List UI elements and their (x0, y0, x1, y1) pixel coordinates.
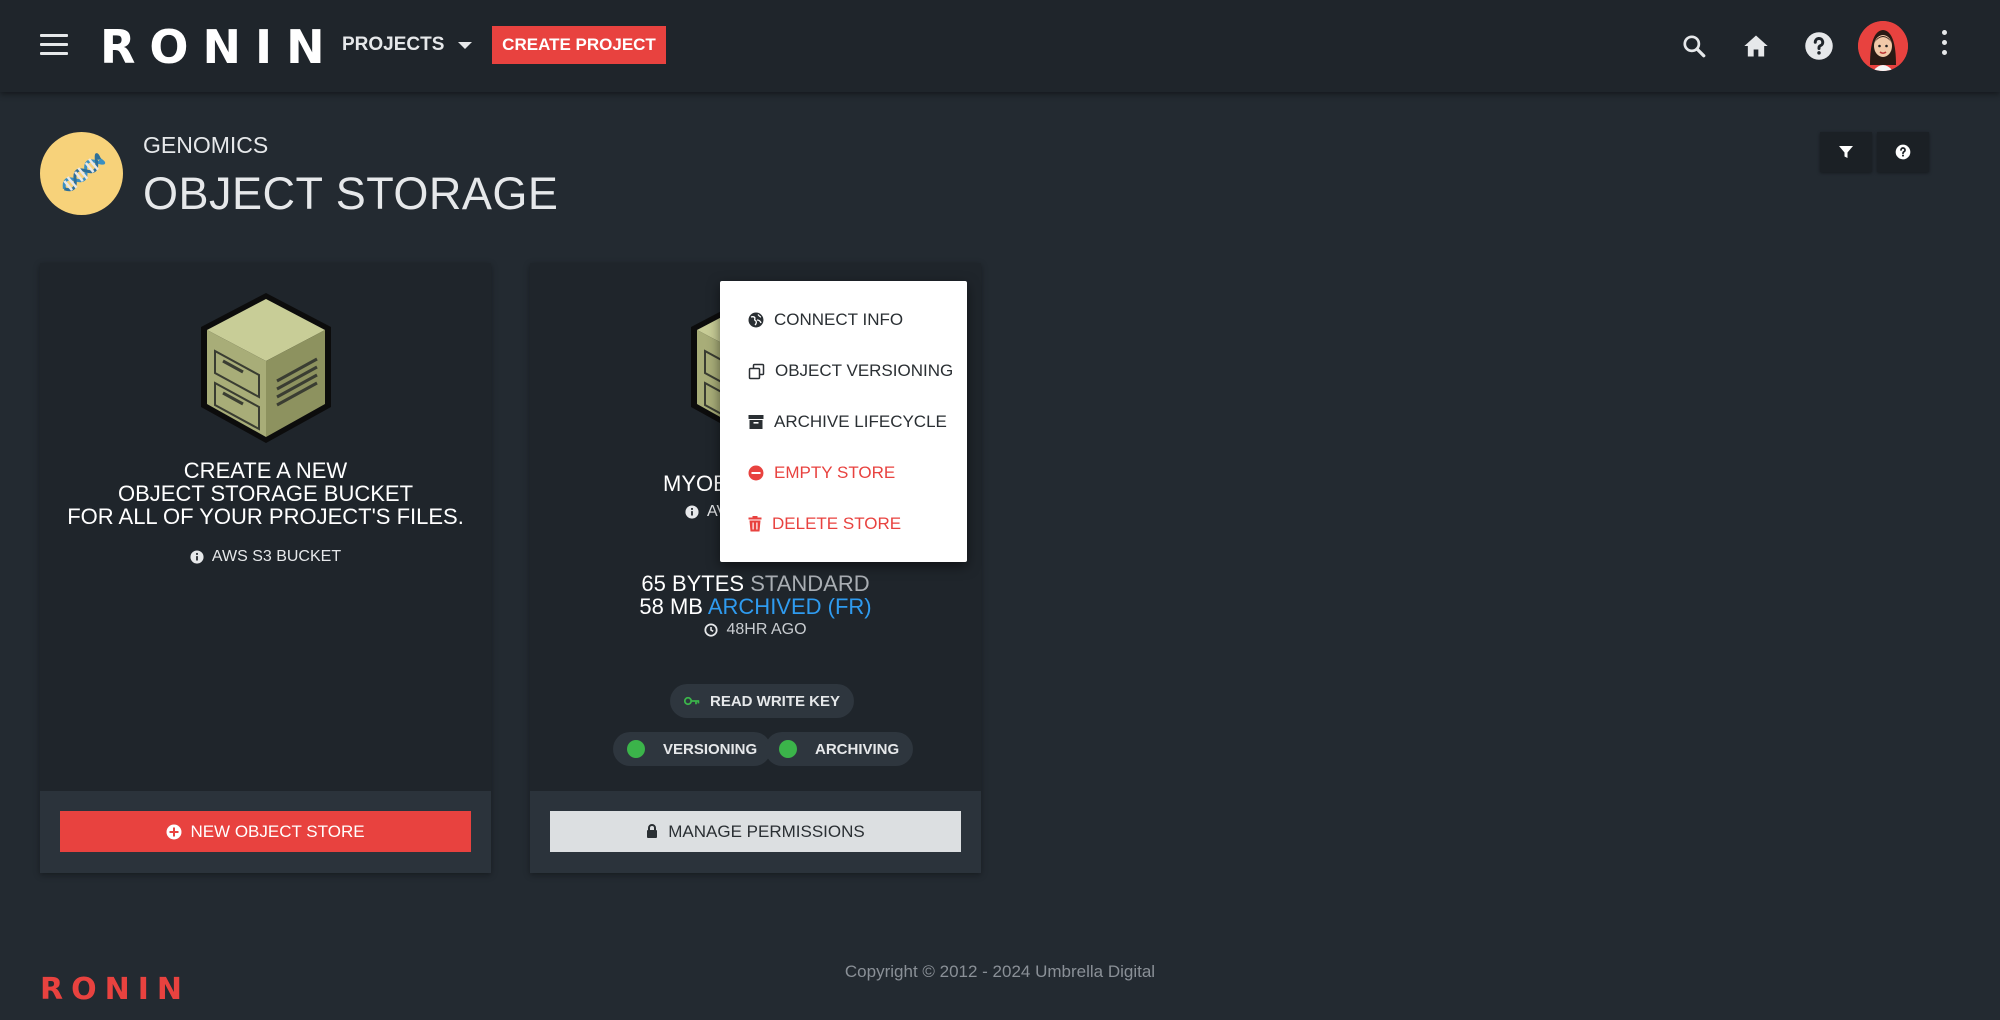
search-icon[interactable] (1676, 28, 1712, 64)
new-store-line3: FOR ALL OF YOUR PROJECT'S FILES. (67, 504, 464, 529)
size-standard-value: 65 BYTES (641, 571, 745, 596)
last-updated: 48HR AGO (530, 621, 981, 639)
menu-item-label: ARCHIVE LIFECYCLE (774, 412, 947, 431)
globe-icon (748, 312, 764, 328)
menu-icon[interactable] (40, 34, 68, 58)
last-updated-label: 48HR AGO (726, 621, 807, 638)
page-help-button[interactable] (1877, 132, 1929, 172)
store-name[interactable]: MYOB (663, 471, 728, 497)
manage-permissions-button[interactable]: MANAGE PERMISSIONS (550, 811, 961, 852)
top-bar: RONIN PROJECTS CREATE PROJECT (0, 0, 2000, 92)
new-object-store-label: NEW OBJECT STORE (190, 821, 365, 841)
new-store-info: AWS S3 BUCKET (40, 548, 491, 566)
projects-label: PROJECTS (342, 34, 445, 55)
minus-circle-icon (748, 465, 764, 481)
store-context-menu: CONNECT INFO OBJECT VERSIONING ARCHIVE L… (720, 281, 967, 562)
page-title: OBJECT STORAGE (143, 168, 559, 219)
plus-circle-icon (166, 824, 182, 839)
clock-icon (704, 623, 719, 637)
projects-dropdown[interactable]: PROJECTS (342, 34, 473, 56)
filter-icon (1839, 146, 1853, 158)
archive-icon (748, 415, 764, 429)
versioning-status-dot (627, 740, 645, 758)
size-archived-value: 58 MB (639, 594, 703, 619)
new-store-card: CREATE A NEW OBJECT STORAGE BUCKET FOR A… (40, 263, 491, 873)
dna-icon (62, 152, 105, 191)
read-write-key-label: READ WRITE KEY (710, 692, 841, 710)
avatar[interactable] (1858, 21, 1908, 71)
menu-item-label: DELETE STORE (772, 514, 902, 533)
menu-item-label: OBJECT VERSIONING (775, 361, 954, 380)
archiving-status-dot (779, 740, 797, 758)
project-avatar (40, 132, 123, 215)
lock-icon (647, 824, 658, 838)
store-card-footer: MANAGE PERMISSIONS (530, 791, 981, 873)
menu-item-label: CONNECT INFO (774, 310, 904, 329)
info-icon (190, 550, 204, 564)
brand-logo[interactable]: RONIN (100, 20, 339, 74)
archiving-label: ARCHIVING (815, 740, 900, 758)
home-icon[interactable] (1738, 28, 1774, 64)
caret-down-icon (458, 41, 473, 49)
menu-item-object-versioning[interactable]: OBJECT VERSIONING (748, 356, 953, 386)
archiving-chip[interactable]: ARCHIVING (765, 732, 914, 766)
menu-item-connect-info[interactable]: CONNECT INFO (748, 305, 903, 335)
new-store-line2: OBJECT STORAGE BUCKET (117, 481, 414, 506)
menu-item-archive-lifecycle[interactable]: ARCHIVE LIFECYCLE (748, 407, 947, 437)
key-icon (684, 696, 700, 706)
size-archived-label: ARCHIVED (FR) (707, 594, 872, 619)
read-write-key-chip[interactable]: READ WRITE KEY (670, 684, 855, 718)
versioning-label: VERSIONING (663, 740, 758, 758)
storage-box-icon (201, 293, 331, 443)
menu-item-delete-store[interactable]: DELETE STORE (748, 509, 901, 539)
new-object-store-button[interactable]: NEW OBJECT STORE (60, 811, 471, 852)
more-vert-icon[interactable] (1938, 30, 1950, 62)
manage-permissions-label: MANAGE PERMISSIONS (668, 821, 865, 841)
copy-icon (748, 363, 765, 379)
project-name[interactable]: GENOMICS (143, 132, 268, 159)
menu-item-label: EMPTY STORE (774, 463, 896, 482)
size-standard-label: STANDARD (750, 571, 870, 596)
info-icon (685, 505, 699, 519)
copyright: Copyright © 2012 - 2024 Umbrella Digital (844, 962, 1156, 981)
new-store-card-footer: NEW OBJECT STORE (40, 791, 491, 873)
menu-item-empty-store[interactable]: EMPTY STORE (748, 458, 895, 488)
size-standard: 65 BYTES STANDARD (530, 572, 981, 595)
create-project-button[interactable]: CREATE PROJECT (492, 26, 666, 64)
help-icon (1895, 144, 1911, 160)
trash-icon (748, 516, 762, 532)
versioning-chip[interactable]: VERSIONING (613, 732, 772, 766)
new-store-info-label: AWS S3 BUCKET (211, 548, 342, 565)
filter-button[interactable] (1820, 132, 1872, 172)
help-icon[interactable] (1801, 28, 1837, 64)
new-store-line1: CREATE A NEW (183, 458, 348, 483)
size-archived: 58 MB ARCHIVED (FR) (530, 595, 981, 618)
